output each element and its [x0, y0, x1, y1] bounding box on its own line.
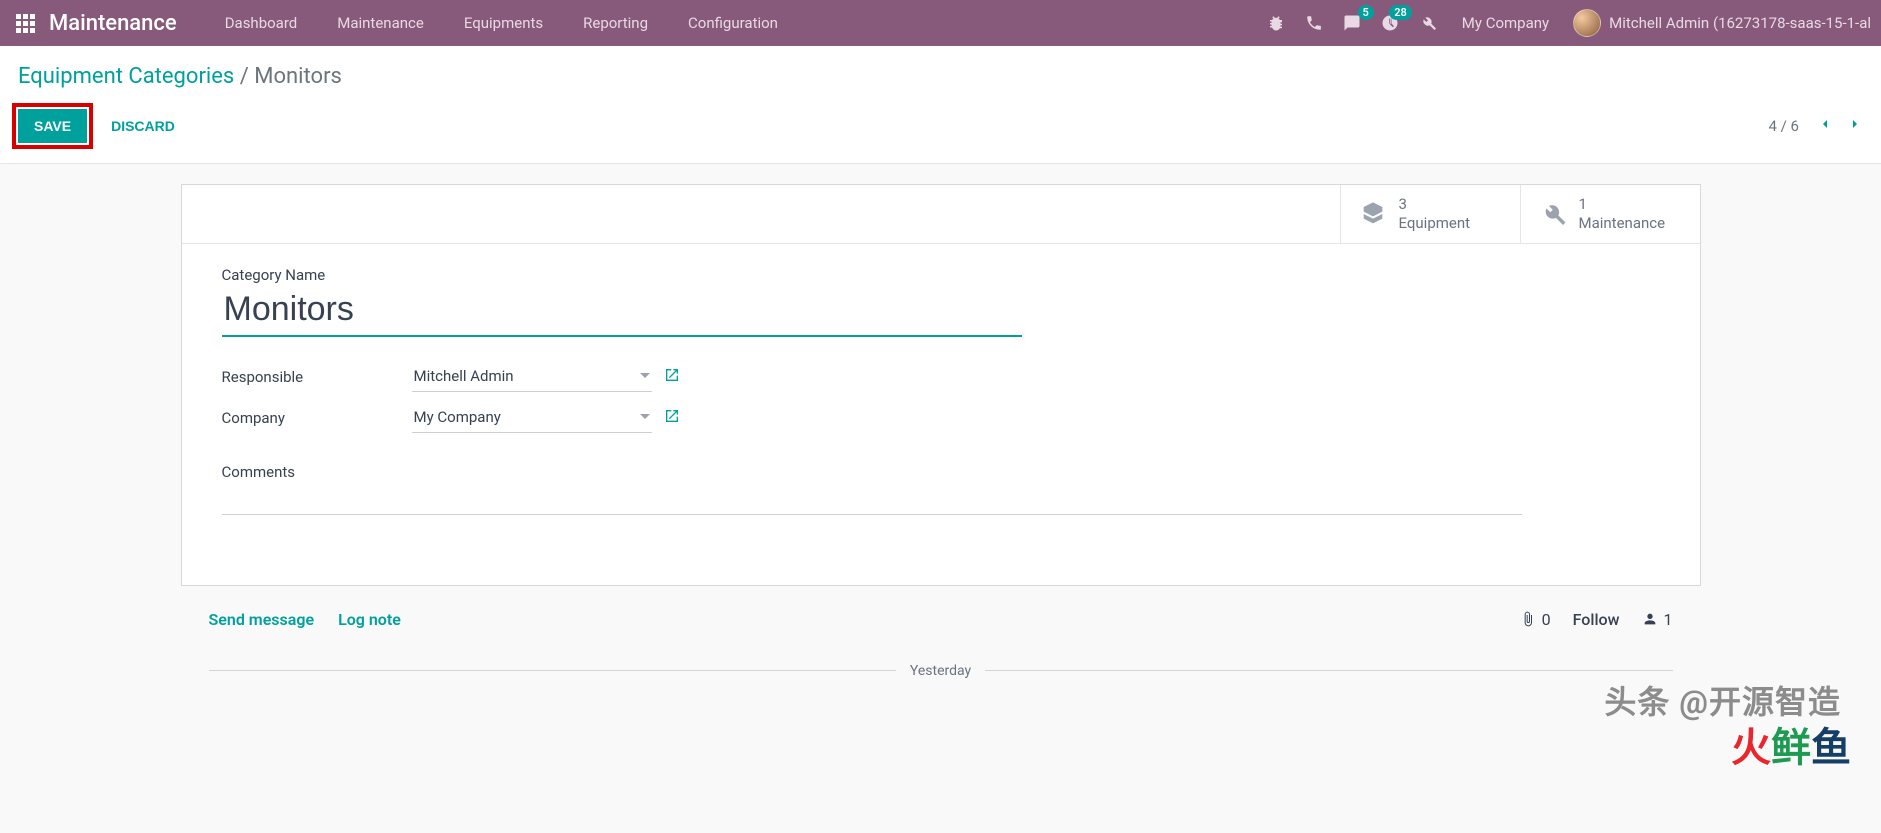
- cubes-icon: [1359, 200, 1387, 228]
- attachments-count: 0: [1542, 610, 1551, 629]
- discard-button[interactable]: DISCARD: [107, 112, 179, 140]
- comments-label: Comments: [222, 463, 1660, 481]
- company-value: My Company: [414, 408, 501, 426]
- user-name: Mitchell Admin (16273178-saas-15-1-al: [1609, 14, 1871, 32]
- stat-maintenance-count: 1: [1579, 195, 1666, 214]
- user-icon: [1642, 611, 1658, 627]
- top-navbar: Maintenance Dashboard Maintenance Equipm…: [0, 0, 1881, 46]
- user-menu[interactable]: Mitchell Admin (16273178-saas-15-1-al: [1573, 9, 1871, 37]
- category-name-input[interactable]: [222, 288, 1022, 337]
- bug-icon[interactable]: [1266, 13, 1286, 33]
- responsible-label: Responsible: [222, 368, 412, 386]
- save-highlight: SAVE: [12, 103, 93, 149]
- menu-dashboard[interactable]: Dashboard: [205, 2, 318, 44]
- messaging-badge: 5: [1358, 5, 1374, 20]
- control-panel: Equipment Categories / Monitors SAVE DIS…: [0, 46, 1881, 164]
- tools-icon[interactable]: [1418, 13, 1438, 33]
- date-separator: Yesterday: [209, 663, 1673, 679]
- avatar: [1573, 9, 1601, 37]
- stat-equipment-count: 3: [1399, 195, 1471, 214]
- responsible-value: Mitchell Admin: [414, 367, 514, 385]
- menu-equipments[interactable]: Equipments: [444, 2, 563, 44]
- activities-icon[interactable]: 28: [1380, 13, 1400, 33]
- responsible-external-link[interactable]: [664, 367, 680, 387]
- category-name-label: Category Name: [222, 266, 1660, 284]
- phone-icon[interactable]: [1304, 13, 1324, 33]
- follow-button[interactable]: Follow: [1573, 610, 1620, 629]
- breadcrumb-parent[interactable]: Equipment Categories: [18, 64, 234, 89]
- wrench-icon: [1539, 200, 1567, 228]
- main-menu: Dashboard Maintenance Equipments Reporti…: [205, 2, 1266, 44]
- stat-maintenance-label: Maintenance: [1579, 214, 1666, 233]
- breadcrumb: Equipment Categories / Monitors: [18, 64, 1863, 89]
- company-switcher[interactable]: My Company: [1456, 14, 1555, 32]
- breadcrumb-current: Monitors: [254, 64, 342, 89]
- stat-equipment[interactable]: 3 Equipment: [1340, 185, 1520, 243]
- messaging-icon[interactable]: 5: [1342, 13, 1362, 33]
- app-brand: Maintenance: [49, 11, 177, 36]
- responsible-field[interactable]: Mitchell Admin: [412, 363, 652, 392]
- pager-text: 4 / 6: [1769, 117, 1800, 135]
- systray: 5 28 My Company Mitchell Admin (16273178…: [1266, 9, 1871, 37]
- date-separator-label: Yesterday: [910, 663, 971, 679]
- save-button[interactable]: SAVE: [18, 109, 87, 143]
- stat-maintenance[interactable]: 1 Maintenance: [1520, 185, 1700, 243]
- log-note-button[interactable]: Log note: [338, 610, 401, 629]
- watermark-logo: 火鲜鱼: [1731, 715, 1851, 773]
- menu-maintenance[interactable]: Maintenance: [317, 2, 444, 44]
- company-label: Company: [222, 409, 412, 427]
- followers-count: 1: [1664, 610, 1673, 629]
- pager-next[interactable]: [1847, 116, 1863, 136]
- chatter: Send message Log note 0 Follow 1 Yesterd…: [181, 586, 1701, 689]
- activities-badge: 28: [1389, 5, 1412, 20]
- menu-reporting[interactable]: Reporting: [563, 2, 668, 44]
- send-message-button[interactable]: Send message: [209, 610, 315, 629]
- caret-down-icon: [640, 367, 650, 385]
- company-external-link[interactable]: [664, 408, 680, 428]
- comments-field[interactable]: [222, 487, 1522, 515]
- form-sheet: 3 Equipment 1 Maintenance Category Name …: [181, 184, 1701, 586]
- paperclip-icon: [1520, 611, 1536, 627]
- followers-button[interactable]: 1: [1642, 610, 1673, 629]
- company-field[interactable]: My Company: [412, 404, 652, 433]
- apps-icon[interactable]: [16, 14, 35, 33]
- pager-prev[interactable]: [1817, 116, 1833, 136]
- caret-down-icon: [640, 408, 650, 426]
- breadcrumb-sep: /: [234, 64, 254, 89]
- stat-buttons: 3 Equipment 1 Maintenance: [182, 185, 1700, 244]
- menu-configuration[interactable]: Configuration: [668, 2, 798, 44]
- stat-equipment-label: Equipment: [1399, 214, 1471, 233]
- attachments-button[interactable]: 0: [1520, 610, 1551, 629]
